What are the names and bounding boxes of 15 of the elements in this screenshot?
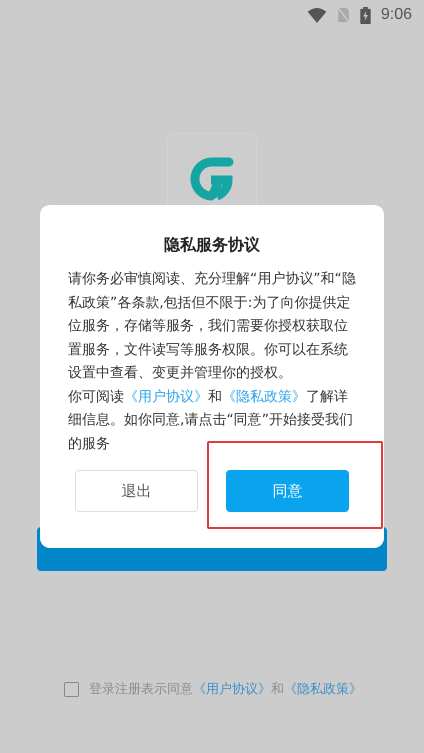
exit-button[interactable]: 退出 [75, 470, 198, 512]
agreement-link[interactable]: 《隐私政策》 [222, 388, 306, 404]
clock-time: 9:06 [380, 6, 412, 24]
agreement-text: 登录注册表示同意《用户协议》和《隐私政策》 [89, 681, 362, 698]
dialog-paragraph: 你可阅读《用户协议》和《隐私政策》了解详细信息。如你同意,请点击“同意”开始接受我们的服务 [68, 388, 354, 454]
agree-button[interactable]: 同意 [226, 470, 349, 512]
agreement-link[interactable]: 《用户协议》 [124, 388, 208, 404]
no-sim-icon [336, 7, 350, 23]
agreement-link[interactable]: 《隐私政策》 [284, 682, 362, 697]
battery-charging-icon [360, 6, 371, 24]
agreement-link[interactable]: 《用户协议》 [193, 682, 271, 697]
dialog-paragraph: 请你务必审慎阅读、充分理解“用户协议”和“隐私政策”各条款,包括但不限于:为了向你提供定位服务，存储等服务，我们需要你授权获取位置服务，文件读写等服务权限。你可以在系统设置中查看、变更并管理你的授权。 [68, 270, 356, 383]
dialog-title: 隐私服务协议 [163, 235, 261, 256]
wifi-icon [306, 8, 327, 22]
agree-checkbox[interactable] [64, 682, 79, 696]
